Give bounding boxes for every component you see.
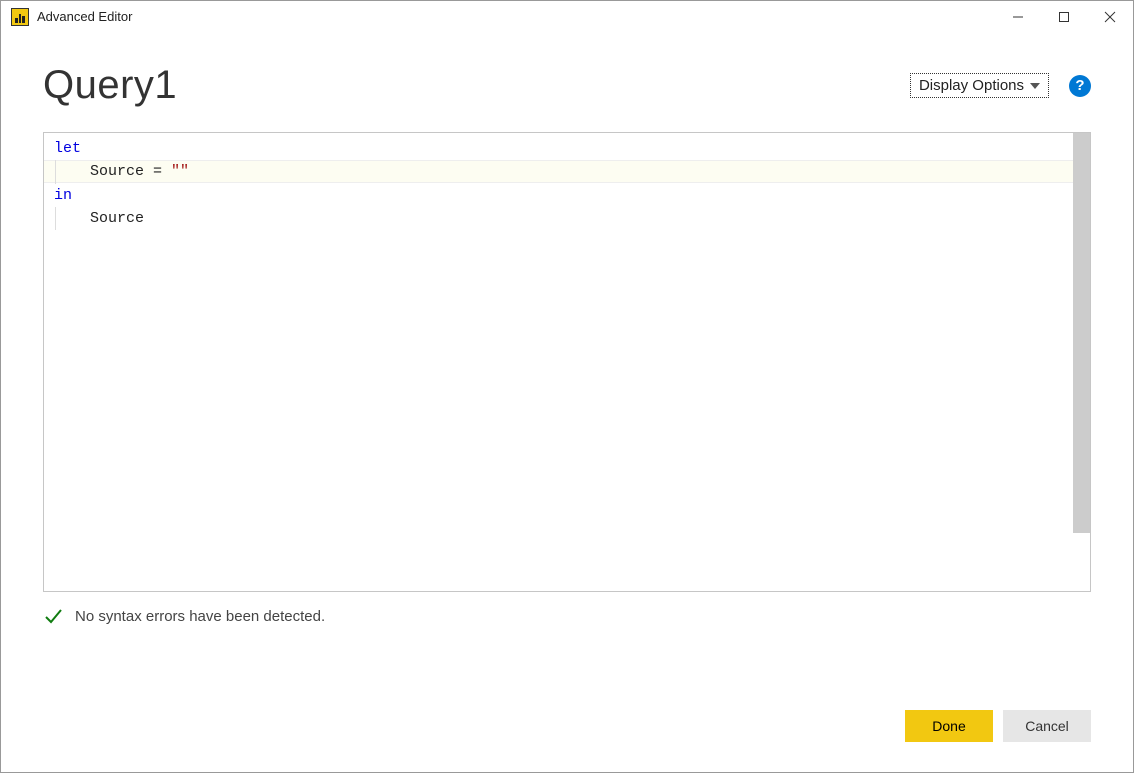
keyword-let: let — [54, 140, 81, 157]
keyword-in: in — [54, 187, 72, 204]
app-icon — [11, 8, 29, 26]
display-options-dropdown[interactable]: Display Options — [910, 73, 1049, 98]
window-title: Advanced Editor — [37, 9, 132, 24]
string-literal: "" — [171, 163, 189, 180]
code-area: let Source = "" in Source — [44, 133, 1090, 234]
chevron-down-icon — [1030, 83, 1040, 89]
help-icon: ? — [1075, 77, 1084, 94]
status-row: No syntax errors have been detected. — [43, 606, 1091, 626]
done-button[interactable]: Done — [905, 710, 993, 742]
maximize-icon — [1058, 11, 1070, 23]
header-row: Query1 Display Options ? — [43, 63, 1091, 108]
close-icon — [1104, 11, 1116, 23]
minimize-icon — [1012, 11, 1024, 23]
footer-buttons: Done Cancel — [43, 680, 1091, 752]
titlebar: Advanced Editor — [1, 1, 1133, 33]
close-button[interactable] — [1087, 2, 1133, 32]
maximize-button[interactable] — [1041, 2, 1087, 32]
help-button[interactable]: ? — [1069, 75, 1091, 97]
code-text: Source = — [90, 163, 171, 180]
code-text: Source — [55, 207, 144, 230]
content-area: Query1 Display Options ? let Source = ""… — [1, 33, 1133, 772]
code-editor[interactable]: let Source = "" in Source — [43, 132, 1091, 592]
status-text: No syntax errors have been detected. — [75, 608, 325, 625]
window-controls — [995, 2, 1133, 32]
minimize-button[interactable] — [995, 2, 1041, 32]
header-right: Display Options ? — [910, 73, 1091, 98]
query-title: Query1 — [43, 63, 177, 108]
display-options-label: Display Options — [919, 77, 1024, 94]
check-icon — [43, 606, 63, 626]
advanced-editor-window: Advanced Editor Query1 Display Options — [0, 0, 1134, 773]
cancel-button[interactable]: Cancel — [1003, 710, 1091, 742]
